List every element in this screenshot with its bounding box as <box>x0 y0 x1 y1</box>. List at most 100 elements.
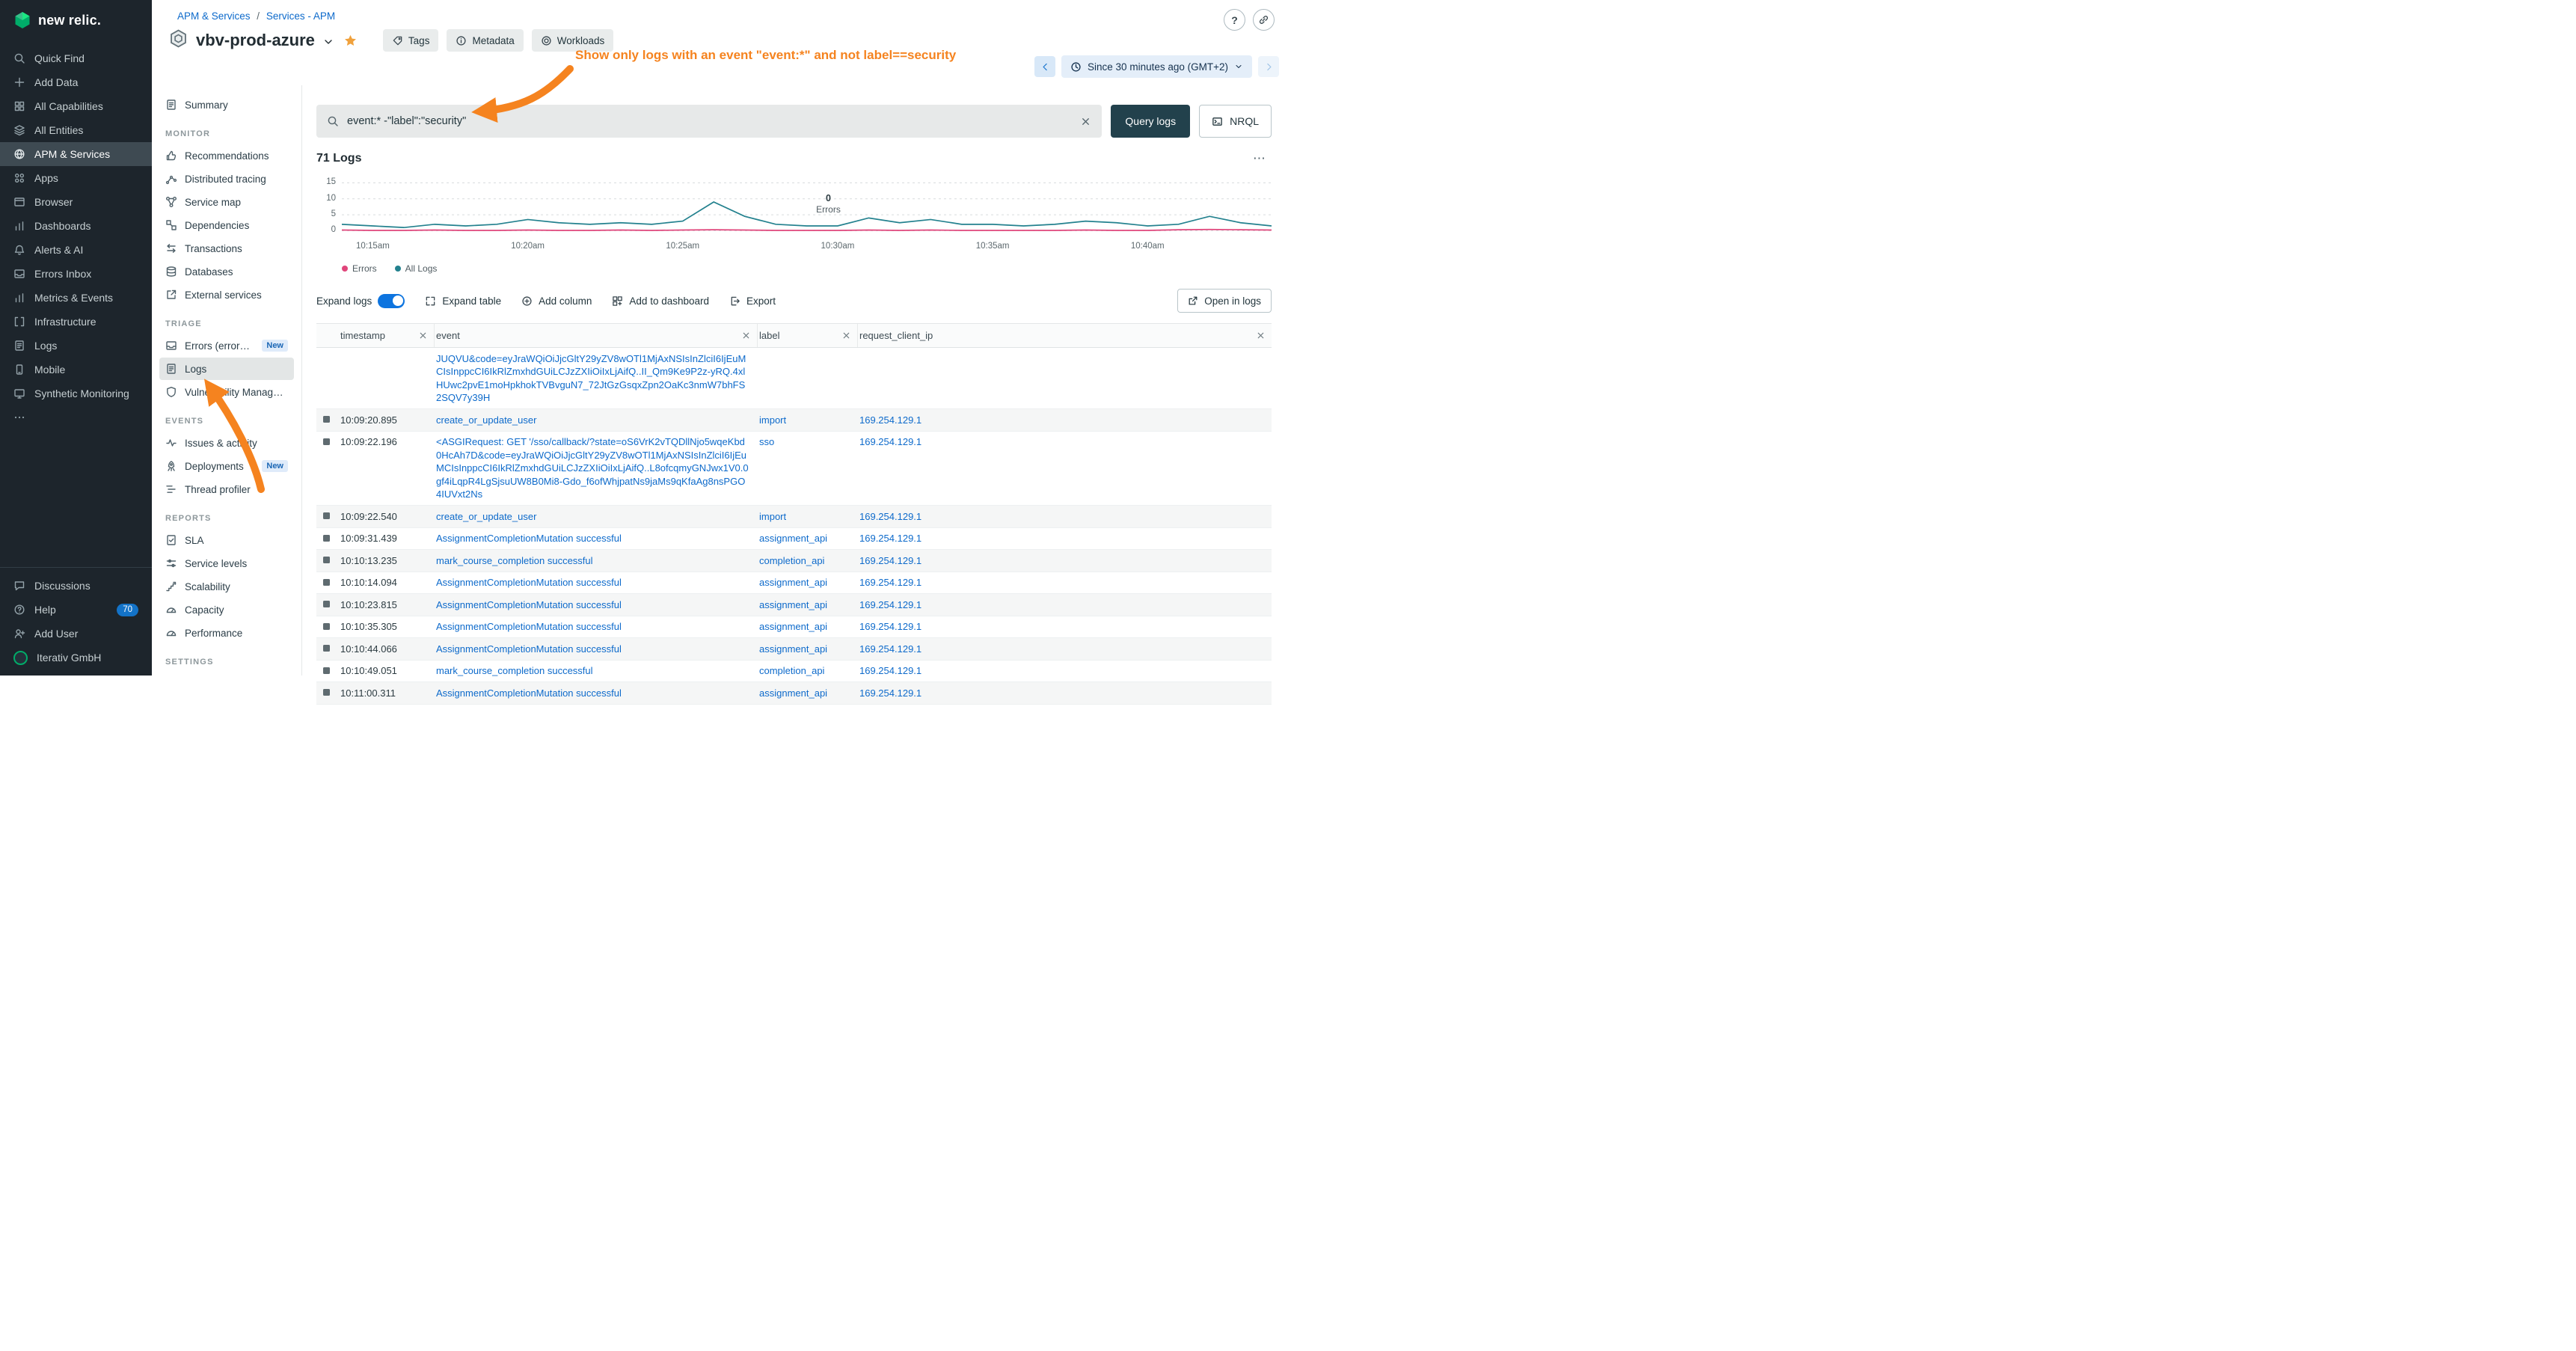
left-nav-item-browser[interactable]: Browser <box>0 190 152 214</box>
table-row[interactable]: 10:10:13.235mark_course_completion succe… <box>316 550 1272 572</box>
left-nav-item-logs[interactable]: Logs <box>0 334 152 358</box>
table-row[interactable]: 10:10:44.066AssignmentCompletionMutation… <box>316 638 1272 661</box>
open-in-logs-button[interactable]: Open in logs <box>1177 289 1272 313</box>
column-header-timestamp[interactable]: timestamp <box>339 324 435 347</box>
sidebar-item-scalability[interactable]: Scalability <box>159 575 294 598</box>
cell-ip-link[interactable]: 169.254.129.1 <box>859 511 921 522</box>
cell-ip-link[interactable]: 169.254.129.1 <box>859 436 921 447</box>
left-nav-item-apm-services[interactable]: APM & Services <box>0 142 152 166</box>
sidebar-item-recommendations[interactable]: Recommendations <box>159 144 294 167</box>
sidebar-item-logs[interactable]: Logs <box>159 358 294 380</box>
row-expand-gizmo[interactable] <box>323 438 330 445</box>
sidebar-item-databases[interactable]: Databases <box>159 260 294 283</box>
left-nav-item-synthetic-monitoring[interactable]: Synthetic Monitoring <box>0 382 152 405</box>
row-expand-gizmo[interactable] <box>323 645 330 652</box>
cell-event-link[interactable]: AssignmentCompletionMutation successful <box>436 599 622 610</box>
left-nav-item-errors-inbox[interactable]: Errors Inbox <box>0 262 152 286</box>
tags-button[interactable]: Tags <box>383 29 439 52</box>
time-range-button[interactable]: Since 30 minutes ago (GMT+2) <box>1061 55 1252 78</box>
cell-event-link[interactable]: AssignmentCompletionMutation successful <box>436 533 622 544</box>
remove-column-icon[interactable] <box>841 331 851 340</box>
sidebar-item-dependencies[interactable]: Dependencies <box>159 214 294 236</box>
left-nav-item-mobile[interactable]: Mobile <box>0 358 152 382</box>
table-row[interactable]: 10:10:35.305AssignmentCompletionMutation… <box>316 616 1272 639</box>
breadcrumb-link-apm[interactable]: APM & Services <box>177 10 251 22</box>
row-expand-gizmo[interactable] <box>323 579 330 586</box>
sidebar-item-transactions[interactable]: Transactions <box>159 237 294 260</box>
cell-label-link[interactable]: assignment_api <box>759 599 827 610</box>
cell-event-link[interactable]: AssignmentCompletionMutation successful <box>436 643 622 655</box>
row-expand-gizmo[interactable] <box>323 512 330 519</box>
row-expand-gizmo[interactable] <box>323 601 330 607</box>
new-relic-logo[interactable]: new relic. <box>0 0 152 39</box>
sidebar-item-service-levels[interactable]: Service levels <box>159 552 294 575</box>
cell-ip-link[interactable]: 169.254.129.1 <box>859 621 921 632</box>
left-nav-item-add-data[interactable]: Add Data <box>0 70 152 94</box>
left-nav-footer-iterativ-gmbh[interactable]: Iterativ GmbH <box>0 646 152 670</box>
add-to-dashboard-button[interactable]: Add to dashboard <box>612 295 709 307</box>
cell-label-link[interactable]: completion_api <box>759 665 824 676</box>
sidebar-item-thread-profiler[interactable]: Thread profiler <box>159 478 294 500</box>
cell-event-link[interactable]: <ASGIRequest: GET '/sso/callback/?state=… <box>436 436 749 500</box>
sidebar-item-performance[interactable]: Performance <box>159 622 294 644</box>
entity-dropdown-caret-icon[interactable] <box>322 36 334 48</box>
add-column-button[interactable]: Add column <box>521 295 592 307</box>
row-expand-gizmo[interactable] <box>323 557 330 563</box>
legend-item-all-logs[interactable]: All Logs <box>395 263 438 274</box>
table-row[interactable]: 10:09:20.895create_or_update_userimport1… <box>316 409 1272 432</box>
sidebar-item-distributed-tracing[interactable]: Distributed tracing <box>159 168 294 190</box>
help-button[interactable]: ? <box>1224 9 1245 31</box>
clear-query-icon[interactable] <box>1080 116 1091 127</box>
sidebar-item-errors-errors-inb[interactable]: Errors (errors inb...New <box>159 334 294 357</box>
sidebar-item-sla[interactable]: SLA <box>159 529 294 551</box>
remove-column-icon[interactable] <box>418 331 428 340</box>
cell-event-link[interactable]: AssignmentCompletionMutation successful <box>436 577 622 588</box>
cell-ip-link[interactable]: 169.254.129.1 <box>859 599 921 610</box>
table-row[interactable]: 10:09:22.540create_or_update_userimport1… <box>316 506 1272 528</box>
favorite-star-icon[interactable] <box>343 34 358 48</box>
sidebar-item-deployments[interactable]: DeploymentsNew <box>159 455 294 477</box>
time-forward-button[interactable] <box>1258 56 1279 77</box>
time-back-button[interactable] <box>1034 56 1055 77</box>
nrql-button[interactable]: NRQL <box>1199 105 1272 138</box>
row-expand-gizmo[interactable] <box>323 667 330 674</box>
cell-ip-link[interactable]: 169.254.129.1 <box>859 665 921 676</box>
table-row[interactable]: 10:10:14.094AssignmentCompletionMutation… <box>316 572 1272 595</box>
chart-menu-button[interactable]: ⋯ <box>1253 151 1267 166</box>
cell-label-link[interactable]: assignment_api <box>759 621 827 632</box>
cell-ip-link[interactable]: 169.254.129.1 <box>859 533 921 544</box>
query-input[interactable]: event:* -"label":"security" <box>316 105 1102 138</box>
metadata-button[interactable]: Metadata <box>447 29 523 52</box>
export-button[interactable]: Export <box>729 295 776 307</box>
table-row[interactable]: 10:09:22.196<ASGIRequest: GET '/sso/call… <box>316 432 1272 506</box>
expand-table-button[interactable]: Expand table <box>425 295 501 307</box>
sidebar-item-capacity[interactable]: Capacity <box>159 598 294 621</box>
left-nav-item-apps[interactable]: Apps <box>0 166 152 190</box>
row-expand-gizmo[interactable] <box>323 535 330 542</box>
left-nav-item-dashboards[interactable]: Dashboards <box>0 214 152 238</box>
legend-item-errors[interactable]: Errors <box>342 263 377 274</box>
left-nav-item-infrastructure[interactable]: Infrastructure <box>0 310 152 334</box>
row-expand-gizmo[interactable] <box>323 623 330 630</box>
cell-label-link[interactable]: import <box>759 414 786 426</box>
left-nav-item-metrics-events[interactable]: Metrics & Events <box>0 286 152 310</box>
cell-event-link[interactable]: AssignmentCompletionMutation successful <box>436 621 622 632</box>
sidebar-item-issues-activity[interactable]: Issues & activity <box>159 432 294 454</box>
cell-event-link[interactable]: mark_course_completion successful <box>436 665 593 676</box>
row-expand-gizmo[interactable] <box>323 416 330 423</box>
cell-ip-link[interactable]: 169.254.129.1 <box>859 414 921 426</box>
cell-event-link[interactable]: AssignmentCompletionMutation successful <box>436 687 622 699</box>
expand-logs-control[interactable]: Expand logs <box>316 294 405 308</box>
cell-label-link[interactable]: sso <box>759 436 774 447</box>
row-expand-gizmo[interactable] <box>323 689 330 696</box>
cell-label-link[interactable]: assignment_api <box>759 533 827 544</box>
cell-label-link[interactable]: assignment_api <box>759 577 827 588</box>
left-nav-item-all-entities[interactable]: All Entities <box>0 118 152 142</box>
left-nav-item-quick-find[interactable]: Quick Find <box>0 46 152 70</box>
cell-label-link[interactable]: completion_api <box>759 555 824 566</box>
left-nav-footer-discussions[interactable]: Discussions <box>0 574 152 598</box>
column-header-request-client-ip[interactable]: request_client_ip <box>858 324 1272 347</box>
remove-column-icon[interactable] <box>1256 331 1266 340</box>
cell-label-link[interactable]: assignment_api <box>759 643 827 655</box>
cell-ip-link[interactable]: 169.254.129.1 <box>859 687 921 699</box>
